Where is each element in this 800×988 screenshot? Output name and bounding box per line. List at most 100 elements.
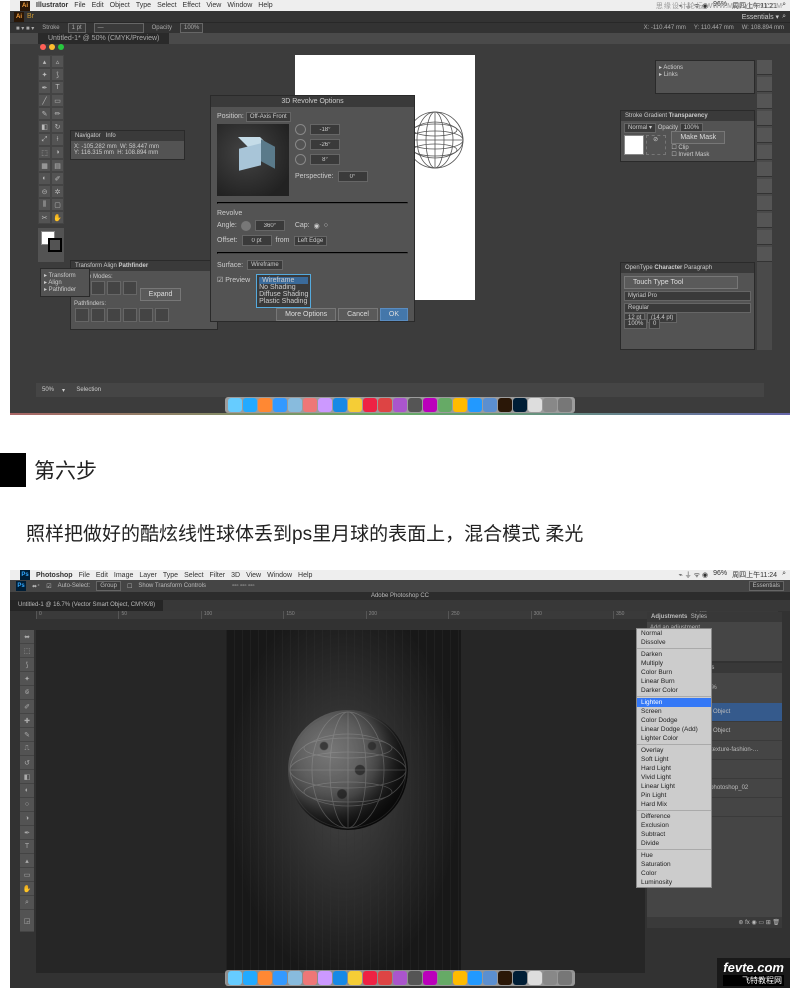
clip-check[interactable]: Clip: [678, 145, 688, 151]
dock-app-icon[interactable]: [453, 398, 467, 412]
font-family[interactable]: Myriad Pro: [624, 291, 751, 301]
rectangle-tool-icon[interactable]: ▭: [20, 868, 34, 882]
cancel-button[interactable]: Cancel: [338, 308, 378, 321]
menu-window[interactable]: Window: [267, 572, 292, 579]
dock-app-icon[interactable]: [288, 398, 302, 412]
links-tab[interactable]: Links: [664, 72, 678, 78]
divide-icon[interactable]: [75, 308, 89, 322]
perspective-input[interactable]: [338, 171, 368, 182]
window-controls[interactable]: [40, 44, 64, 50]
search-icon[interactable]: ⌕: [782, 570, 786, 580]
cap-on-icon[interactable]: ◉: [314, 222, 320, 230]
menu-help[interactable]: Help: [258, 2, 272, 9]
shape-builder-tool-icon[interactable]: ◑: [51, 146, 64, 159]
menu-image[interactable]: Image: [114, 572, 133, 579]
blend-mode-option[interactable]: Soft Light: [637, 755, 711, 764]
artboard-tool-icon[interactable]: ▢: [51, 198, 64, 211]
ok-button[interactable]: OK: [380, 308, 408, 321]
menu-3d[interactable]: 3D: [231, 572, 240, 579]
direct-selection-tool-icon[interactable]: ▵: [51, 55, 64, 68]
font-style[interactable]: Regular: [624, 303, 751, 313]
menu-window[interactable]: Window: [227, 2, 252, 9]
fg-bg-swatch[interactable]: ◲: [20, 910, 34, 932]
bridge-icon[interactable]: Br: [27, 13, 34, 20]
dock-app-icon[interactable]: [438, 971, 452, 985]
dock-app-icon[interactable]: [228, 398, 242, 412]
actions-panel[interactable]: ▸ Actions ▸ Links: [655, 60, 755, 94]
selection-tool-icon[interactable]: ▴: [38, 55, 51, 68]
dock-app-icon[interactable]: [453, 971, 467, 985]
menu-edit[interactable]: Edit: [96, 572, 108, 579]
angle-dial-icon[interactable]: [241, 221, 251, 231]
dock-app-icon[interactable]: [363, 971, 377, 985]
surface-dropdown[interactable]: Wireframe: [247, 260, 283, 270]
rotate-tool-icon[interactable]: ↻: [51, 120, 64, 133]
mesh-tool-icon[interactable]: ▤: [51, 159, 64, 172]
type-tool-icon[interactable]: T: [51, 81, 64, 94]
rotate-y-icon[interactable]: [295, 139, 306, 150]
outline-icon[interactable]: [139, 308, 153, 322]
rotate-z-input[interactable]: [310, 154, 340, 165]
type-tool-icon[interactable]: T: [20, 840, 34, 854]
dock-app-icon[interactable]: [483, 971, 497, 985]
pen-tool-icon[interactable]: ✒: [38, 81, 51, 94]
rectangle-tool-icon[interactable]: ▭: [51, 94, 64, 107]
gradient-tool-icon[interactable]: ◐: [20, 784, 34, 798]
blend-mode-option[interactable]: Darker Color: [637, 686, 711, 695]
cube-preview[interactable]: [217, 124, 289, 196]
document-tab[interactable]: Untitled-1* @ 50% (CMYK/Preview): [38, 33, 169, 44]
dock-app-icon[interactable]: [318, 971, 332, 985]
opacity-value[interactable]: 100%: [180, 23, 203, 33]
dock-app-icon[interactable]: [543, 398, 557, 412]
eraser-tool-icon[interactable]: ◧: [20, 770, 34, 784]
align-mini-panel[interactable]: ▸ Transform▸ Align▸ Pathfinder: [40, 268, 90, 297]
transparency-tab[interactable]: Transparency: [669, 113, 708, 119]
pencil-tool-icon[interactable]: ✏: [51, 107, 64, 120]
dock-app-icon[interactable]: [483, 398, 497, 412]
auto-select-dropdown[interactable]: Group: [96, 581, 121, 591]
symbol-sprayer-tool-icon[interactable]: ✲: [51, 185, 64, 198]
menu-select[interactable]: Select: [184, 572, 203, 579]
gradient-tab[interactable]: Gradient: [644, 113, 667, 119]
angle-input[interactable]: [255, 220, 285, 231]
dodge-tool-icon[interactable]: ◑: [20, 812, 34, 826]
dock-app-icon[interactable]: [528, 398, 542, 412]
blend-mode-option[interactable]: Hard Light: [637, 764, 711, 773]
dock-app-icon[interactable]: [303, 971, 317, 985]
align-tab[interactable]: Align: [103, 263, 116, 269]
hand-tool-icon[interactable]: ✋: [20, 882, 34, 896]
right-collapsed-panels[interactable]: [757, 60, 772, 350]
pathfinder-panel[interactable]: Transform Align Pathfinder Shape Modes: …: [70, 260, 218, 330]
cap-off-icon[interactable]: ○: [324, 222, 328, 229]
workspace-switcher[interactable]: Essentials: [749, 581, 784, 591]
menu-edit[interactable]: Edit: [92, 2, 104, 9]
dock-app-icon[interactable]: [393, 398, 407, 412]
width-tool-icon[interactable]: ⟊: [51, 133, 64, 146]
canvas-area[interactable]: [36, 630, 645, 973]
search-icon[interactable]: ⌕: [782, 1, 786, 11]
make-mask-button[interactable]: Make Mask: [671, 131, 725, 144]
blend-mode-option[interactable]: Linear Burn: [637, 677, 711, 686]
offset-input[interactable]: [242, 235, 272, 246]
blend-mode-option[interactable]: Screen: [637, 707, 711, 716]
navigator-panel[interactable]: Navigator Info X: -105.282 mm W: 58.447 …: [70, 130, 185, 160]
toolbar-search[interactable]: ⌕: [782, 13, 786, 21]
macos-dock[interactable]: [225, 970, 575, 986]
crop-icon[interactable]: [123, 308, 137, 322]
zoom-level[interactable]: 50%: [42, 387, 54, 393]
magic-wand-tool-icon[interactable]: ✦: [38, 68, 51, 81]
show-transform-controls[interactable]: Show Transform Controls: [138, 583, 206, 589]
dock-app-icon[interactable]: [558, 398, 572, 412]
dock-app-icon[interactable]: [423, 971, 437, 985]
dock-app-icon[interactable]: [498, 398, 512, 412]
touch-type-button[interactable]: Touch Type Tool: [624, 276, 738, 289]
blend-mode-option[interactable]: Color Burn: [637, 668, 711, 677]
blur-tool-icon[interactable]: ○: [20, 798, 34, 812]
dock-app-icon[interactable]: [378, 398, 392, 412]
menu-type[interactable]: Type: [163, 572, 178, 579]
document-tab[interactable]: Untitled-1 @ 16.7% (Vector Smart Object,…: [10, 600, 163, 611]
dock-app-icon[interactable]: [243, 971, 257, 985]
blend-mode-option[interactable]: Multiply: [637, 659, 711, 668]
hand-tool-icon[interactable]: ✋: [51, 211, 64, 224]
blend-tool-icon[interactable]: ⊝: [38, 185, 51, 198]
